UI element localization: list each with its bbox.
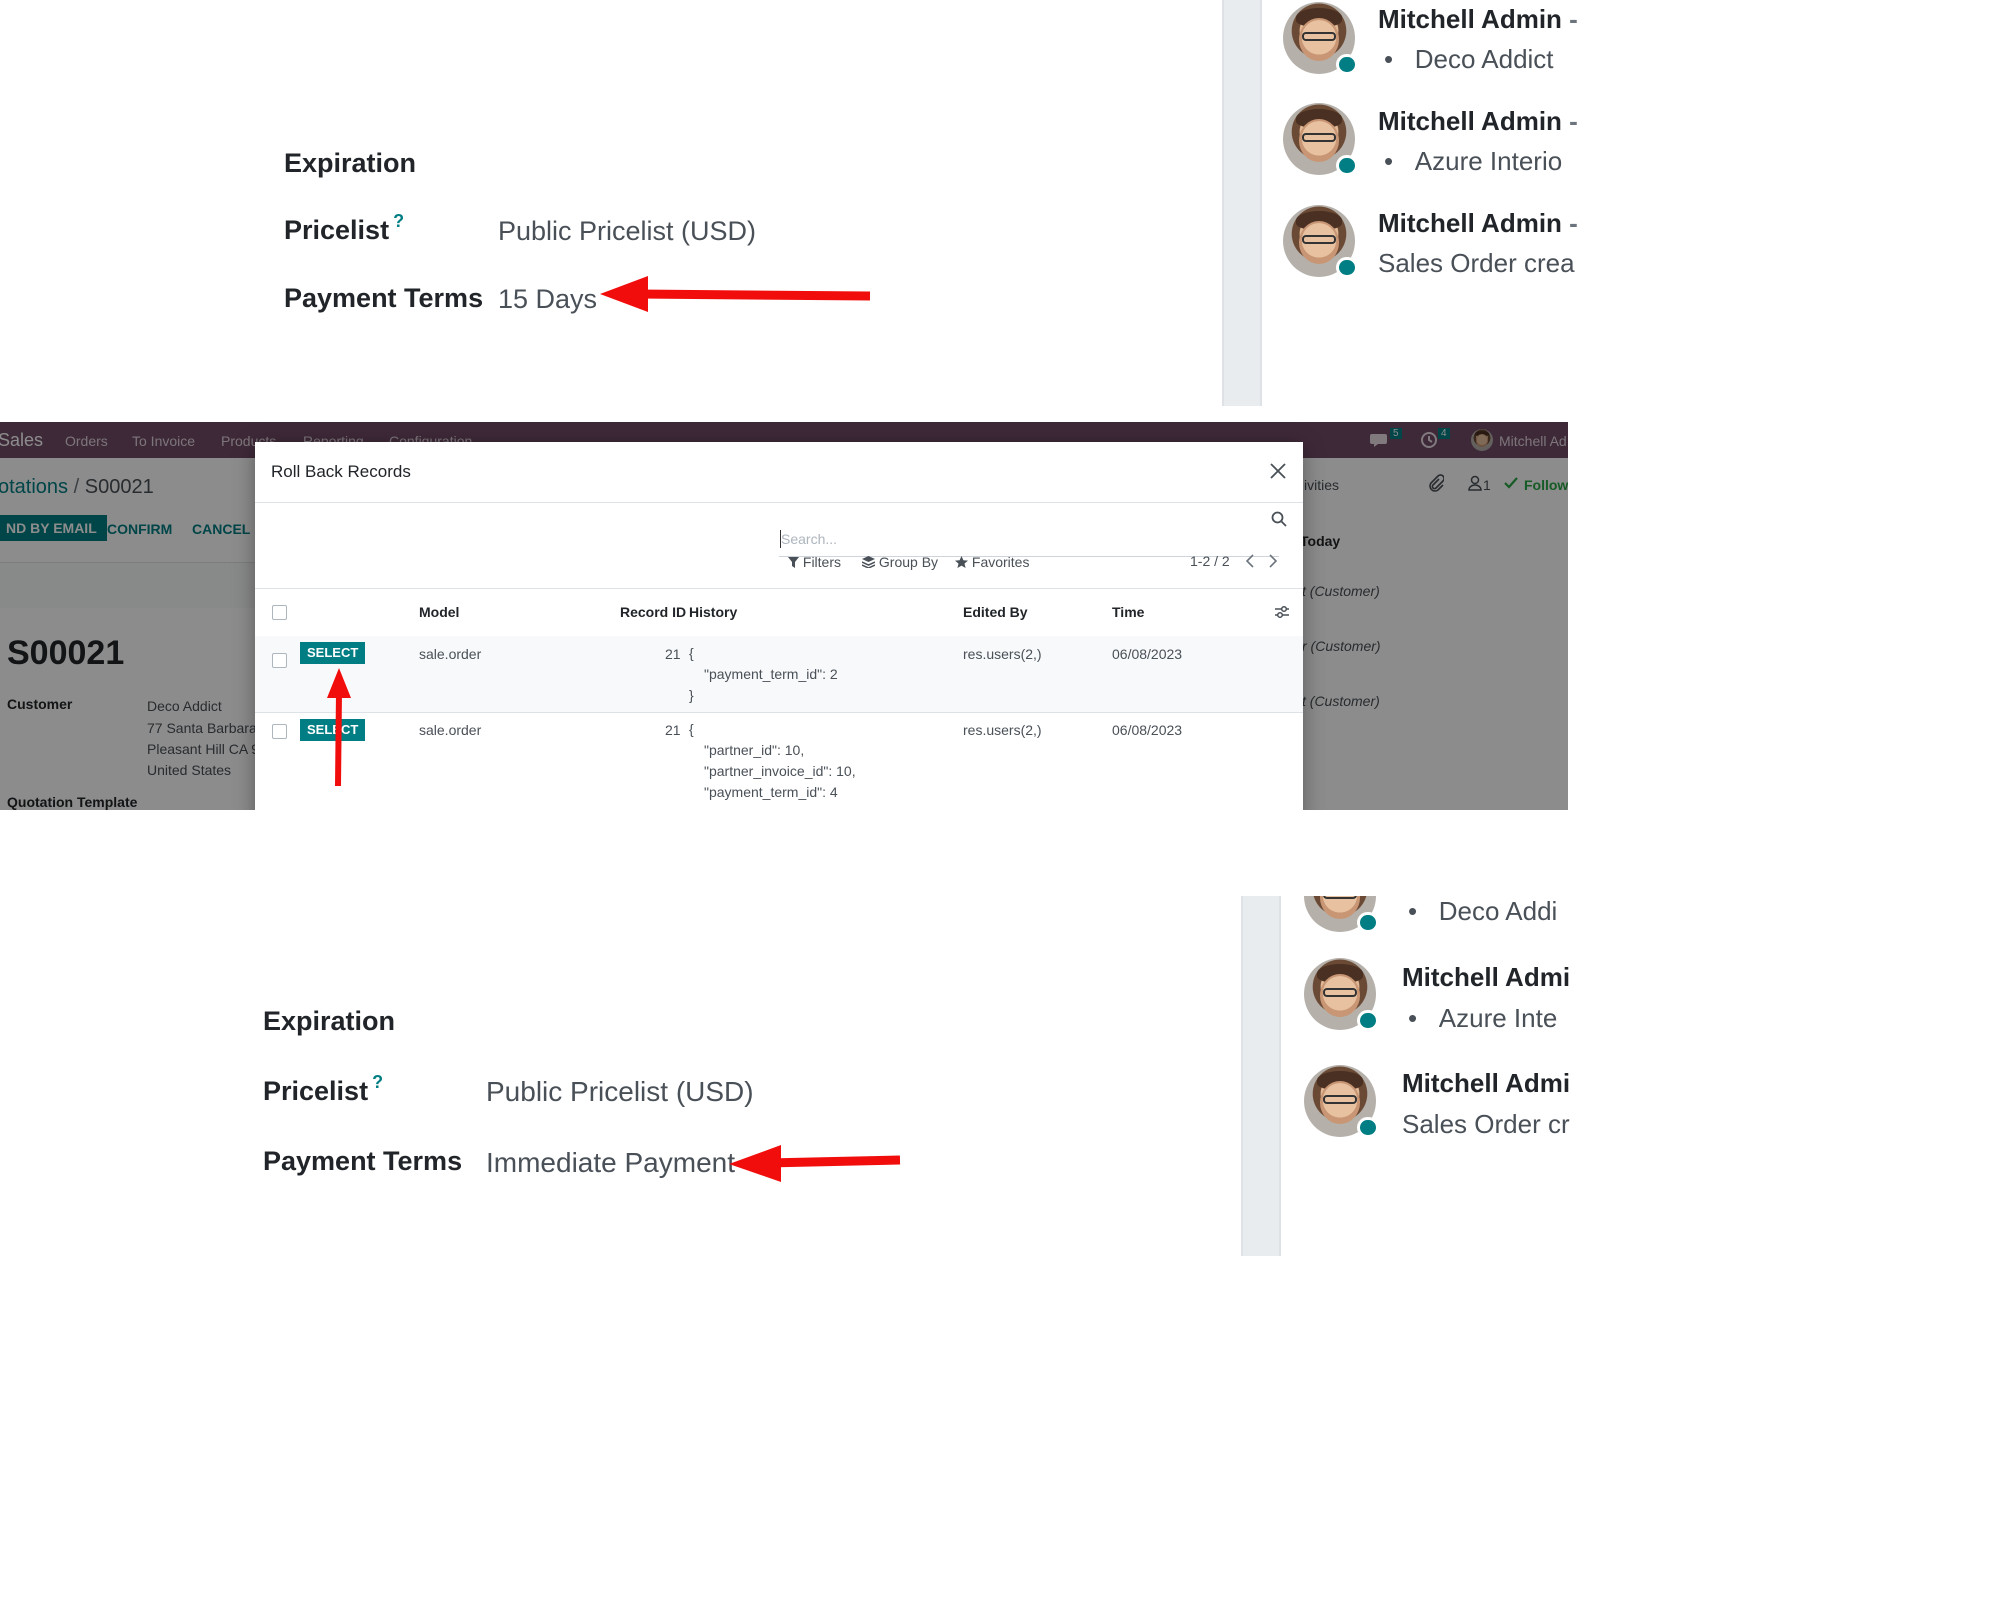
online-status-icon xyxy=(1357,911,1379,934)
pager-value[interactable]: 1-2 / 2 xyxy=(1190,553,1230,569)
payment-terms-value[interactable]: Immediate Payment xyxy=(486,1147,735,1179)
payment-terms-label: Payment Terms xyxy=(263,1146,463,1176)
payment-terms-label: Payment Terms xyxy=(284,283,484,313)
column-time[interactable]: Time xyxy=(1112,604,1144,620)
cell-history-line: "payment_term_id": 4 xyxy=(704,784,838,800)
filters-button[interactable]: Filters xyxy=(788,554,841,570)
cell-edited-by: res.users(2,) xyxy=(963,722,1042,738)
cell-history-line: "partner_id": 10, xyxy=(704,742,805,758)
message-author[interactable]: Mitchell Admin - xyxy=(1378,208,1578,239)
column-settings-icon[interactable] xyxy=(1274,604,1290,625)
star-icon xyxy=(955,556,968,568)
cell-history-line: "payment_term_id": 2 xyxy=(704,666,838,682)
favorites-button[interactable]: Favorites xyxy=(955,554,1029,570)
pricelist-value[interactable]: Public Pricelist (USD) xyxy=(486,1076,754,1108)
group-by-button[interactable]: Group By xyxy=(861,554,939,570)
column-history[interactable]: History xyxy=(689,604,737,620)
text-cursor xyxy=(780,530,781,548)
avatar xyxy=(1283,205,1358,279)
column-record-id[interactable]: Record ID xyxy=(620,604,686,620)
avatar xyxy=(1304,958,1379,1032)
avatar xyxy=(1304,1065,1379,1139)
cell-history-open: { xyxy=(689,721,694,737)
row-checkbox[interactable] xyxy=(272,653,287,668)
online-status-icon xyxy=(1357,1116,1379,1139)
message-body: • Azure Interio xyxy=(1384,146,1563,176)
bottom-zoom-panel: Expiration Pricelist? Public Pricelist (… xyxy=(0,880,1570,1256)
cell-edited-by: res.users(2,) xyxy=(963,646,1042,662)
message-author[interactable]: Mitchell Admin - xyxy=(1378,4,1578,35)
cell-time: 06/08/2023 xyxy=(1112,722,1183,738)
message-body: • Azure Inte xyxy=(1408,1003,1558,1033)
pricelist-label-text: Pricelist xyxy=(284,215,390,245)
cell-history-open: { xyxy=(689,645,694,661)
online-status-icon xyxy=(1357,1009,1379,1032)
avatar xyxy=(1283,2,1358,76)
message-author[interactable]: Mitchell Admi xyxy=(1402,962,1570,993)
cell-record-id: 21 xyxy=(665,722,681,738)
search-placeholder: Search... xyxy=(781,531,838,547)
payment-terms-value[interactable]: 15 Days xyxy=(498,284,597,315)
dialog-header-divider xyxy=(255,502,1303,503)
table-row[interactable]: SELECT sale.order 21 { "payment_term_id"… xyxy=(255,636,1303,713)
online-status-icon xyxy=(1336,53,1358,76)
chatter-divider xyxy=(1222,0,1262,406)
chevron-right-icon[interactable] xyxy=(1268,554,1278,573)
message-body: • Deco Addict xyxy=(1384,44,1554,74)
dialog-title: Roll Back Records xyxy=(271,462,411,481)
column-edited-by[interactable]: Edited By xyxy=(963,604,1028,620)
row-checkbox[interactable] xyxy=(272,724,287,739)
group-by-label: Group By xyxy=(878,554,939,570)
annotation-arrow xyxy=(600,276,871,312)
search-icon[interactable] xyxy=(1271,511,1287,532)
expiration-label: Expiration xyxy=(263,1006,396,1036)
pricelist-value[interactable]: Public Pricelist (USD) xyxy=(498,216,756,247)
favorites-label: Favorites xyxy=(971,554,1030,570)
select-all-checkbox[interactable] xyxy=(272,605,287,620)
message-body: • Deco Addi xyxy=(1408,896,1558,926)
layers-icon xyxy=(861,556,876,569)
table-row[interactable]: SELECT sale.order 21 { "partner_id": 10,… xyxy=(255,713,1303,810)
filters-label: Filters xyxy=(802,554,842,570)
avatar xyxy=(1283,103,1358,177)
online-status-icon xyxy=(1336,154,1358,177)
roll-back-records-dialog: Roll Back Records Search... Filters Grou… xyxy=(255,442,1303,810)
filter-icon xyxy=(788,557,799,568)
annotation-arrow xyxy=(327,668,351,787)
odoo-screenshot: Sales Orders To Invoice Products Reporti… xyxy=(0,422,1568,810)
column-model[interactable]: Model xyxy=(419,604,459,620)
cell-record-id: 21 xyxy=(665,646,681,662)
cell-history-line: "partner_invoice_id": 10, xyxy=(704,763,856,779)
cell-history-close: } xyxy=(689,687,694,703)
cell-model: sale.order xyxy=(419,722,482,738)
message-body: Sales Order crea xyxy=(1378,248,1575,278)
close-icon[interactable] xyxy=(1269,462,1287,485)
select-button[interactable]: SELECT xyxy=(300,642,366,664)
message-author[interactable]: Mitchell Admi xyxy=(1402,1068,1570,1099)
annotation-arrow xyxy=(729,1145,901,1182)
message-author[interactable]: Mitchell Admin - xyxy=(1378,106,1578,137)
online-status-icon xyxy=(1336,256,1358,279)
expiration-label: Expiration xyxy=(284,148,417,178)
avatar-clip xyxy=(1300,896,1380,936)
table-header: Model Record ID History Edited By Time xyxy=(255,588,1303,638)
pricelist-label: Pricelist? xyxy=(284,211,404,246)
pricelist-label: Pricelist? xyxy=(263,1072,383,1107)
help-tooltip-icon[interactable]: ? xyxy=(393,211,404,231)
pricelist-label-text: Pricelist xyxy=(263,1076,369,1106)
cell-time: 06/08/2023 xyxy=(1112,646,1183,662)
help-tooltip-icon[interactable]: ? xyxy=(372,1072,383,1092)
message-body: Sales Order cr xyxy=(1402,1109,1570,1139)
top-zoom-panel: Expiration Pricelist? Public Pricelist (… xyxy=(0,0,1578,408)
chatter-divider xyxy=(1241,896,1281,1256)
chevron-left-icon[interactable] xyxy=(1245,554,1255,573)
cell-model: sale.order xyxy=(419,646,482,662)
avatar xyxy=(1304,896,1379,934)
